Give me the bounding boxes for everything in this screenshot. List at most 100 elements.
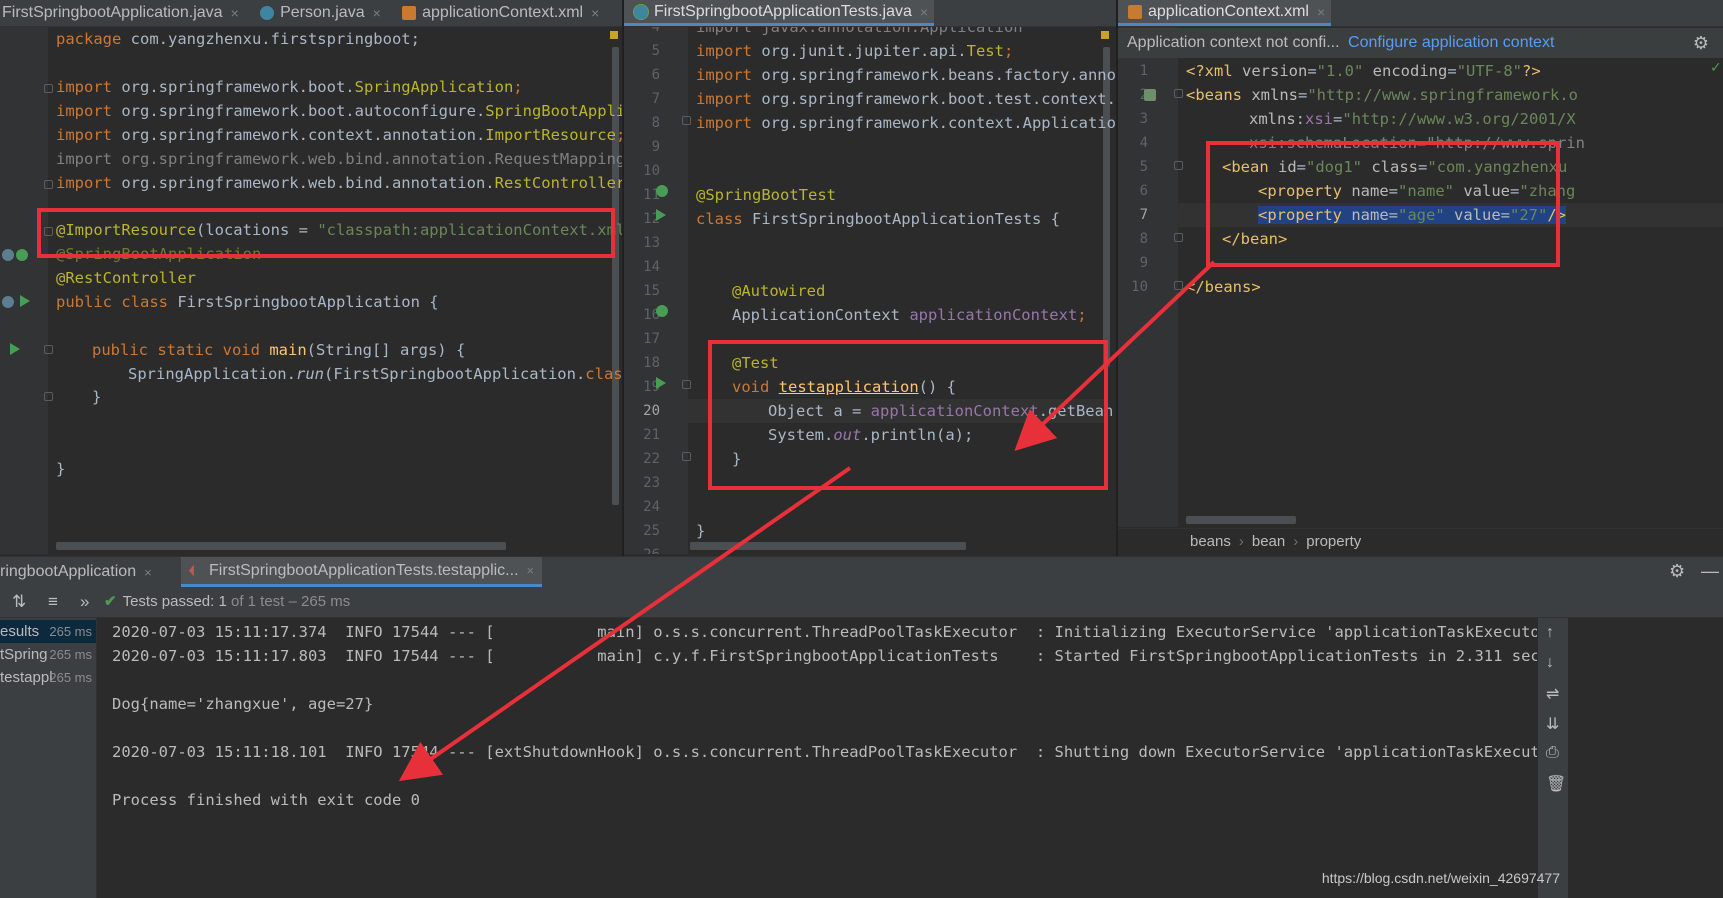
spring-boot-icon	[16, 249, 28, 261]
fold-icon[interactable]	[1174, 281, 1183, 290]
fold-icon[interactable]	[44, 84, 53, 93]
run-tabbar: ringbootApplication × FirstSpringbootApp…	[0, 556, 1723, 587]
configure-context-link[interactable]: Configure application context	[1348, 34, 1554, 51]
fold-icon[interactable]	[44, 227, 53, 236]
run-icon[interactable]	[10, 343, 20, 355]
fold-icon[interactable]	[682, 452, 691, 461]
console-line: 2020-07-03 15:11:17.803 INFO 17544 --- […	[112, 647, 1537, 665]
code-line: ApplicationContext applicationContext;	[732, 306, 1087, 324]
line-number: 15	[643, 283, 660, 299]
fold-icon[interactable]	[44, 345, 53, 354]
close-icon[interactable]: ×	[591, 5, 599, 21]
fold-icon[interactable]	[1174, 161, 1183, 170]
run-test-icon[interactable]	[656, 209, 666, 221]
tab-applicationcontext-left[interactable]: applicationContext.xml ×	[396, 0, 605, 26]
code-line: xsi:schemaLocation="http://www.sprin	[1249, 134, 1585, 152]
line-number: 7	[651, 91, 660, 107]
line-number: 22	[643, 451, 660, 467]
code-line-selected: <property name="age" value="27"/>	[1258, 206, 1567, 224]
left-horizontal-scrollbar[interactable]	[56, 542, 506, 550]
code-line: <property name="name" value="zhang	[1258, 182, 1576, 200]
breadcrumb-item[interactable]: beans	[1190, 533, 1231, 550]
gear-icon[interactable]: ⚙	[1693, 28, 1709, 58]
print-icon[interactable]: ⎙	[1546, 744, 1559, 762]
tree-item[interactable]: testappl 265 ms	[0, 666, 96, 689]
scroll-up-icon[interactable]: ↑	[1546, 624, 1554, 642]
run-icon[interactable]	[20, 295, 30, 307]
line-number: 1	[1139, 63, 1148, 79]
right-editor[interactable]: 1 2 3 4 5 6 7 8 9 10 <?xml version="1.0"…	[1118, 27, 1723, 527]
code-line: <?xml version="1.0" encoding="UTF-8"?>	[1186, 62, 1541, 80]
close-icon[interactable]: ×	[920, 4, 928, 20]
run-tab-application[interactable]: ringbootApplication ×	[0, 557, 160, 587]
line-number: 8	[651, 115, 660, 131]
code-line: System.out.println(a);	[768, 426, 974, 444]
tab-label: FirstSpringbootApplicationTests.java	[654, 2, 912, 20]
console-output[interactable]: 2020-07-03 15:11:17.374 INFO 17544 --- […	[97, 618, 1537, 898]
pane-separator[interactable]	[1116, 0, 1118, 556]
fold-icon[interactable]	[1174, 89, 1183, 98]
line-number: 5	[1139, 159, 1148, 175]
tree-item[interactable]: tSpring 265 ms	[0, 643, 96, 666]
line-number: 26	[624, 543, 660, 554]
code-line: </beans>	[1186, 278, 1261, 296]
tab-label: FirstSpringbootApplication.java	[2, 4, 223, 21]
middle-horizontal-scrollbar[interactable]	[690, 542, 966, 550]
tab-applicationcontext-right[interactable]: applicationContext.xml ×	[1118, 0, 1332, 26]
tabs-overflow-button[interactable]: ⌄	[615, 0, 622, 26]
close-icon[interactable]: ×	[1317, 4, 1325, 20]
collapse-all-icon[interactable]: ≡	[48, 587, 58, 617]
left-editor[interactable]: package com.yangzhenxu.firstspringboot; …	[0, 27, 622, 554]
close-icon[interactable]: ×	[231, 5, 239, 21]
minimize-icon[interactable]: —	[1701, 556, 1719, 586]
run-tab-tests[interactable]: FirstSpringbootApplicationTests.testappl…	[181, 557, 543, 587]
scroll-to-end-icon[interactable]: ⇊	[1546, 714, 1559, 734]
trash-icon[interactable]: 🗑	[1546, 774, 1566, 794]
run-tab-label: FirstSpringbootApplicationTests.testappl…	[209, 561, 519, 579]
code-line-hidden: @SpringBootApplication	[56, 245, 262, 263]
line-number: 10	[643, 163, 660, 179]
tab-label: applicationContext.xml	[422, 4, 584, 21]
fold-icon[interactable]	[44, 392, 53, 401]
warning-marker-icon	[1101, 31, 1109, 39]
spring-xml-icon	[402, 6, 417, 20]
code-line: }	[56, 460, 66, 478]
fold-icon[interactable]	[1174, 233, 1183, 242]
fold-icon[interactable]	[682, 380, 691, 389]
more-actions-icon[interactable]: »	[80, 587, 89, 617]
tab-firstspringbootapplication[interactable]: FirstSpringbootApplication.java ×	[0, 0, 245, 26]
line-number: 3	[1139, 111, 1148, 127]
soft-wrap-icon[interactable]: ⇌	[1546, 684, 1559, 704]
run-test-icon[interactable]	[656, 377, 666, 389]
close-icon[interactable]: ×	[144, 565, 152, 580]
code-line: SpringApplication.run(FirstSpringbootApp…	[128, 365, 622, 383]
code-line: </bean>	[1222, 230, 1288, 248]
pane-separator[interactable]	[622, 0, 624, 556]
fold-icon[interactable]	[682, 116, 691, 125]
breadcrumb-item[interactable]: property	[1306, 533, 1361, 550]
line-number: 13	[643, 235, 660, 251]
tab-firstspringbootapplicationtests[interactable]: FirstSpringbootApplicationTests.java ×	[624, 0, 935, 26]
spring-bean-icon	[2, 296, 14, 308]
close-icon[interactable]: ×	[373, 5, 381, 21]
sort-icon[interactable]: ⇅	[12, 587, 26, 617]
tab-label: Person.java	[280, 4, 365, 21]
code-line: @SpringBootTest	[696, 186, 836, 204]
tab-person[interactable]: Person.java ×	[254, 0, 387, 26]
spring-bean-icon	[2, 249, 14, 261]
tree-item[interactable]: esults 265 ms	[0, 620, 96, 643]
breadcrumb: beans › bean › property	[1118, 528, 1723, 554]
right-horizontal-scrollbar[interactable]	[1186, 516, 1296, 524]
gear-icon[interactable]: ⚙	[1669, 556, 1685, 586]
line-number: 24	[643, 499, 660, 515]
breadcrumb-item[interactable]: bean	[1252, 533, 1285, 550]
code-line: import org.springframework.boot.SpringAp…	[56, 78, 523, 96]
line-number: 21	[643, 427, 660, 443]
close-icon[interactable]: ×	[527, 563, 535, 578]
code-line: @ImportResource(locations = "classpath:a…	[56, 221, 622, 239]
middle-editor[interactable]: 4 5 6 7 8 9 10 11 12 13 14 15 16 17 18 1…	[624, 27, 1116, 554]
code-line: import org.springframework.boot.test.con…	[696, 90, 1116, 108]
fold-icon[interactable]	[44, 180, 53, 189]
scroll-down-icon[interactable]: ↓	[1546, 654, 1554, 672]
line-number: 9	[1139, 255, 1148, 271]
